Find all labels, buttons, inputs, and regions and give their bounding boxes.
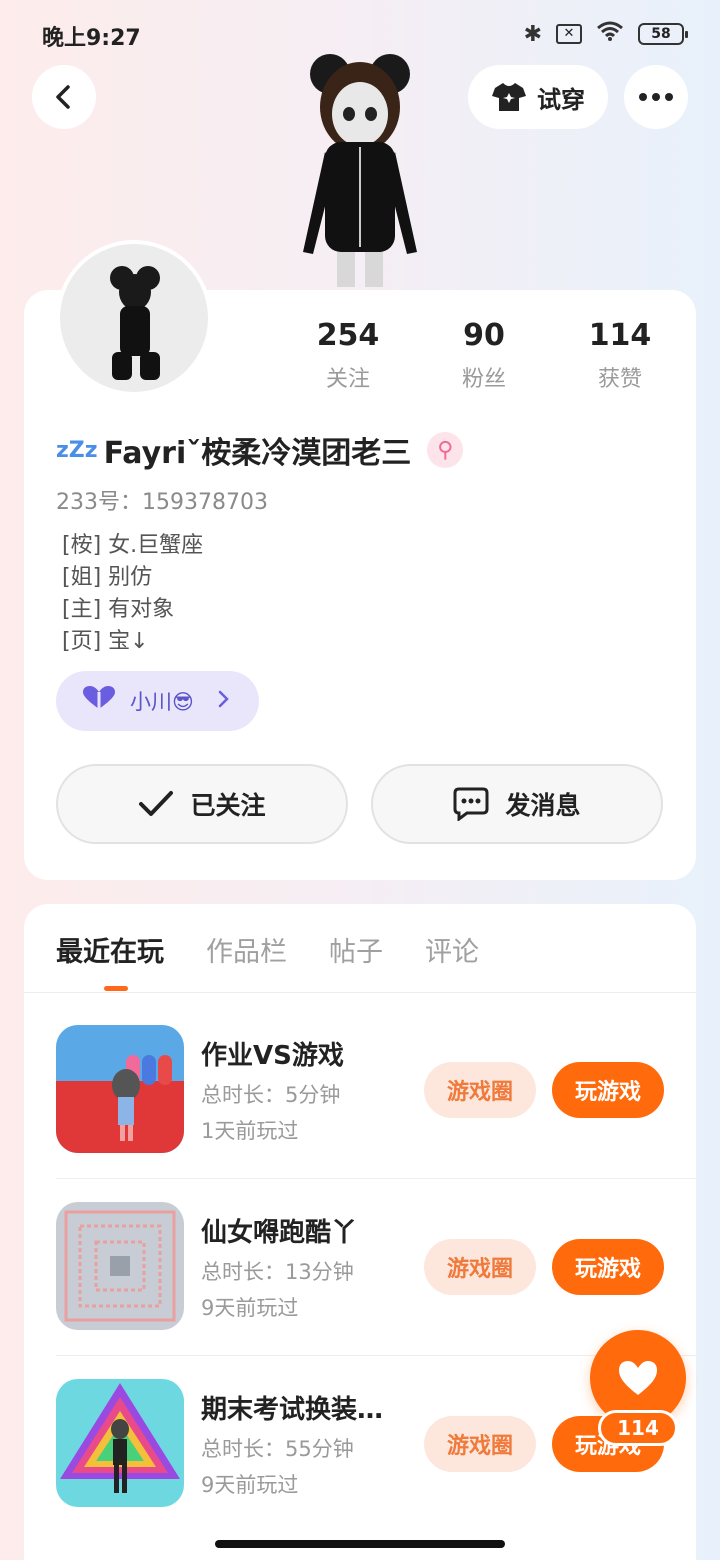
- tab-posts[interactable]: 帖子: [329, 930, 383, 969]
- game-circle-button[interactable]: 游戏圈: [424, 1239, 536, 1295]
- game-list-item[interactable]: 期末考试换装… 总时长：55分钟 9天前玩过 游戏圈 玩游戏: [56, 1355, 696, 1509]
- stat-value: 90: [463, 318, 505, 353]
- avatar[interactable]: [56, 240, 212, 396]
- game-list-item[interactable]: 仙女嘚跑酷丫 总时长：13分钟 9天前玩过 游戏圈 玩游戏: [56, 1178, 696, 1332]
- shirt-icon: [492, 83, 526, 111]
- try-on-button[interactable]: 试穿: [468, 65, 608, 129]
- heart-icon: [82, 685, 116, 717]
- chevron-left-icon: [56, 85, 70, 109]
- no-sim-icon: ✕: [556, 24, 582, 44]
- more-button[interactable]: [624, 65, 688, 129]
- tab-recently-played[interactable]: 最近在玩: [56, 930, 164, 969]
- profile-tabs: 最近在玩 作品栏 帖子 评论: [56, 930, 479, 969]
- stat-label: 粉丝: [461, 367, 506, 392]
- home-indicator[interactable]: [215, 1540, 505, 1548]
- username: zZz Fayriˇ桉柔冷漠团老三 ⚲: [56, 428, 464, 472]
- status-icons: ✱ ✕ 58: [523, 20, 688, 48]
- game-duration: 总时长：5分钟: [201, 1083, 341, 1107]
- tab-comments[interactable]: 评论: [425, 930, 479, 969]
- active-tab-indicator: [104, 986, 128, 991]
- game-last-played: 1天前玩过: [201, 1119, 299, 1143]
- followed-label: 已关注: [190, 791, 266, 820]
- bio-line: [桉] 女.巨蟹座: [62, 533, 204, 558]
- stat-following[interactable]: 254 关注: [280, 318, 416, 393]
- game-last-played: 9天前玩过: [201, 1473, 299, 1497]
- bio-line: [主] 有对象: [62, 597, 175, 622]
- divider: [56, 1178, 696, 1179]
- game-title: 作业VS游戏: [201, 1041, 344, 1071]
- stat-likes[interactable]: 114 获赞: [552, 318, 688, 393]
- stat-label: 获赞: [597, 367, 642, 392]
- more-dots-icon: [639, 93, 673, 101]
- stat-value: 254: [316, 318, 380, 353]
- divider: [24, 992, 696, 993]
- sleep-zzz-icon: zZz: [56, 437, 98, 463]
- like-count-badge: 114: [598, 1410, 678, 1446]
- game-circle-button[interactable]: 游戏圈: [424, 1062, 536, 1118]
- avatar-3d-figure[interactable]: [285, 52, 435, 292]
- tab-works[interactable]: 作品栏: [206, 930, 287, 969]
- game-thumbnail[interactable]: [56, 1025, 184, 1153]
- game-last-played: 9天前玩过: [201, 1296, 299, 1320]
- game-duration: 总时长：55分钟: [201, 1437, 354, 1461]
- username-text: Fayriˇ桉柔冷漠团老三: [103, 436, 412, 471]
- game-duration: 总时长：13分钟: [201, 1260, 354, 1284]
- user-id: 233号：159378703: [56, 490, 268, 515]
- bluetooth-icon: ✱: [523, 21, 542, 47]
- stat-value: 114: [588, 318, 652, 353]
- try-on-label: 试穿: [537, 85, 585, 114]
- send-message-button[interactable]: 发消息: [371, 764, 663, 844]
- checkmark-icon: [139, 791, 174, 816]
- wifi-icon: [596, 20, 624, 48]
- followed-button[interactable]: 已关注: [56, 764, 348, 844]
- play-game-button[interactable]: 玩游戏: [552, 1062, 664, 1118]
- chat-bubble-icon: [453, 787, 489, 821]
- game-title: 期末考试换装…: [201, 1395, 384, 1425]
- status-time: 晚上9:27: [42, 26, 141, 51]
- heart-icon: [619, 1361, 657, 1395]
- bio-line: [姐] 别仿: [62, 565, 153, 590]
- chevron-right-icon: [218, 689, 230, 714]
- stat-label: 关注: [325, 367, 370, 392]
- send-message-label: 发消息: [505, 791, 581, 820]
- bio: [桉] 女.巨蟹座 [姐] 别仿 [主] 有对象 [页] 宝↓: [62, 530, 203, 658]
- game-thumbnail[interactable]: [56, 1379, 184, 1507]
- battery-indicator: 58: [638, 23, 688, 45]
- play-game-button[interactable]: 玩游戏: [552, 1239, 664, 1295]
- bio-line: [页] 宝↓: [62, 629, 149, 654]
- game-circle-button[interactable]: 游戏圈: [424, 1416, 536, 1472]
- game-list-item[interactable]: 作业VS游戏 总时长：5分钟 1天前玩过 游戏圈 玩游戏: [56, 1025, 664, 1155]
- female-gender-icon: ⚲: [427, 432, 464, 468]
- back-button[interactable]: [32, 65, 96, 129]
- game-thumbnail[interactable]: [56, 1202, 184, 1330]
- relationship-tag[interactable]: 小川😎: [56, 671, 259, 731]
- stat-followers[interactable]: 90 粉丝: [416, 318, 552, 393]
- game-title: 仙女嘚跑酷丫: [201, 1218, 358, 1248]
- profile-stats: 254 关注 90 粉丝 114 获赞: [280, 318, 700, 393]
- relationship-name: 小川😎: [130, 690, 194, 714]
